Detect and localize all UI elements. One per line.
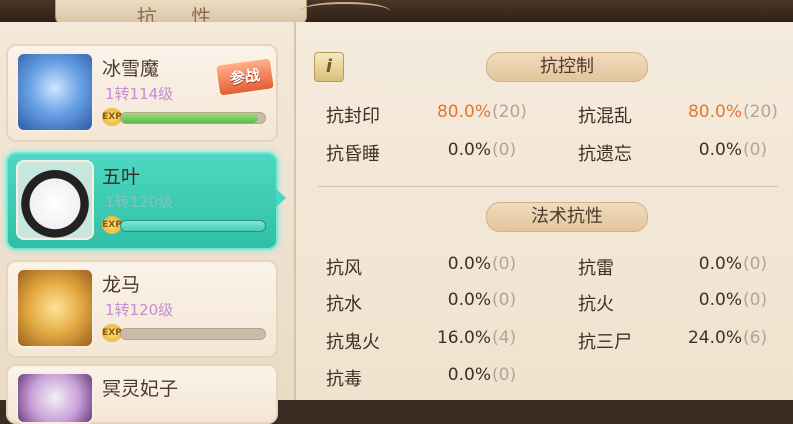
stat-label: 抗毒: [326, 369, 362, 390]
pet-card-4[interactable]: 冥灵妃子: [6, 364, 278, 424]
pet-name: 冥灵妃子: [102, 378, 179, 400]
pet-avatar-ice-demon: [16, 52, 94, 132]
stat-value: 0.0%: [447, 290, 491, 310]
stat-value: 0.0%: [447, 365, 491, 385]
section-divider: [318, 186, 778, 187]
stat-label: 抗火: [578, 294, 614, 315]
stat-label: 抗雷: [578, 258, 614, 279]
stat-value: 0.0%: [447, 140, 491, 160]
stat-points: (20): [492, 102, 527, 122]
stat-points: (0): [743, 140, 768, 160]
pet-card-1[interactable]: 冰雪魔 1转114级 EXP 参战: [6, 44, 278, 142]
pet-level: 1转120级: [105, 301, 174, 319]
stat-label: 抗鬼火: [326, 332, 380, 353]
stat-value: 0.0%: [698, 290, 742, 310]
stat-label: 抗封印: [326, 106, 380, 127]
stat-label: 抗昏睡: [326, 144, 380, 165]
stat-points: (0): [492, 290, 517, 310]
info-icon[interactable]: i: [314, 52, 344, 82]
exp-bar: [120, 112, 266, 124]
section-header-spell: 法术抗性: [486, 202, 648, 232]
scroll-ornament: [300, 2, 390, 20]
stat-label: 抗三尸: [578, 332, 632, 353]
pet-avatar-panda: [16, 160, 94, 240]
stat-value: 0.0%: [698, 254, 742, 274]
stat-points: (0): [492, 254, 517, 274]
pet-list-panel[interactable]: 冰雪魔 1转114级 EXP 参战 五叶 1转120级 EXP 龙马 1转120…: [0, 22, 296, 424]
stat-label: 抗混乱: [578, 106, 632, 127]
stat-value: 0.0%: [447, 254, 491, 274]
exp-icon: EXP: [102, 216, 122, 234]
stat-points: (6): [743, 328, 768, 348]
pet-level: 1转120级: [105, 193, 174, 211]
pet-card-3[interactable]: 龙马 1转120级 EXP: [6, 260, 278, 358]
pet-avatar-dragon-horse: [16, 268, 94, 348]
in-battle-badge: 参战: [213, 56, 277, 98]
selected-arrow-icon: [276, 189, 286, 207]
exp-icon: EXP: [102, 108, 122, 126]
pet-name: 五叶: [102, 166, 141, 188]
pet-card-2-selected[interactable]: 五叶 1转120级 EXP: [6, 152, 278, 250]
stat-value: 80.0%: [436, 102, 491, 122]
stat-label: 抗遗忘: [578, 144, 632, 165]
stat-points: (0): [743, 254, 768, 274]
stat-points: (0): [492, 140, 517, 160]
stat-points: (0): [743, 290, 768, 310]
pet-avatar-ghost-consort: [16, 372, 94, 424]
pet-name: 龙马: [102, 274, 141, 296]
exp-bar-fill: [121, 113, 258, 123]
section-header-control: 抗控制: [486, 52, 648, 82]
stat-value: 80.0%: [687, 102, 742, 122]
pet-name: 冰雪魔: [102, 58, 160, 80]
stat-label: 抗水: [326, 294, 362, 315]
exp-bar: [120, 220, 266, 232]
resistance-panel: i 抗控制 抗封印 80.0% (20) 抗混乱 80.0% (20) 抗昏睡 …: [296, 22, 793, 400]
section-title: 法术抗性: [531, 206, 603, 227]
stat-value: 16.0%: [436, 328, 491, 348]
exp-icon: EXP: [102, 324, 122, 342]
stat-value: 24.0%: [687, 328, 742, 348]
stat-value: 0.0%: [698, 140, 742, 160]
exp-bar: [120, 328, 266, 340]
section-title: 抗控制: [540, 56, 594, 77]
stat-label: 抗风: [326, 258, 362, 279]
stat-points: (0): [492, 365, 517, 385]
exp-bar-fill: [121, 221, 265, 231]
stat-points: (4): [492, 328, 517, 348]
pet-level: 1转114级: [105, 85, 174, 103]
stat-points: (20): [743, 102, 778, 122]
